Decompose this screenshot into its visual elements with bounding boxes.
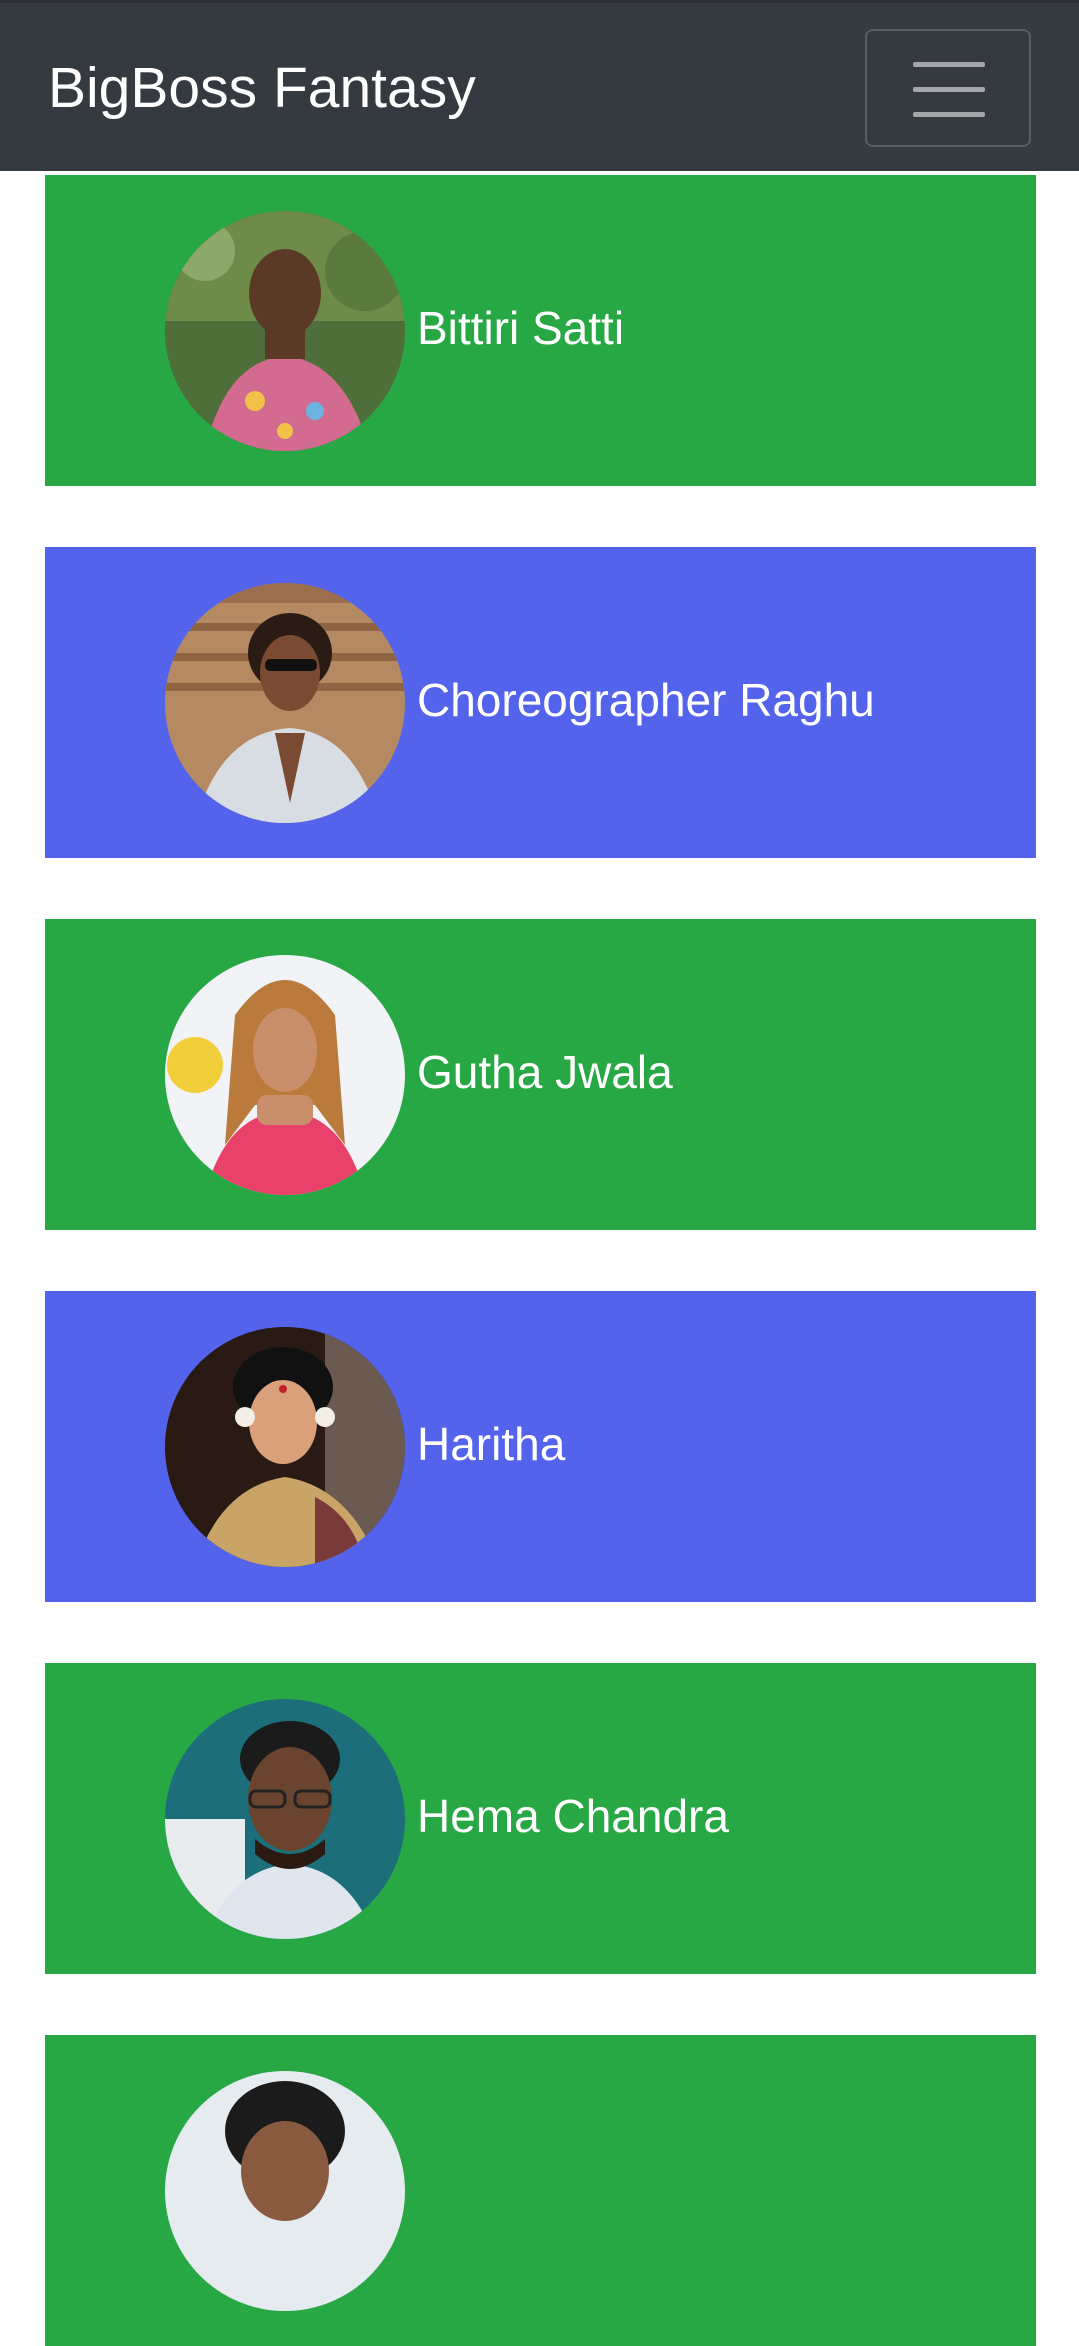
- contestant-card-2[interactable]: Choreographer Raghu: [45, 547, 1036, 858]
- contestant-photo: [165, 2071, 405, 2311]
- contestant-name: Choreographer Raghu: [417, 674, 875, 726]
- contestant-card-1[interactable]: Bittiri Satti: [45, 175, 1036, 486]
- contestant-photo: [165, 1327, 405, 1567]
- contestant-card-4[interactable]: Haritha: [45, 1291, 1036, 1602]
- contestant-photo: [165, 955, 405, 1195]
- app-brand[interactable]: BigBoss Fantasy: [48, 55, 476, 121]
- contestant-card-5[interactable]: Hema Chandra: [45, 1663, 1036, 1974]
- contestant-name: Haritha: [417, 1418, 566, 1470]
- contestant-photo: [165, 211, 405, 451]
- contestant-name: Bittiri Satti: [417, 302, 625, 354]
- contestant-card-3[interactable]: Gutha Jwala: [45, 919, 1036, 1230]
- contestant-name: Hema Chandra: [417, 1790, 729, 1842]
- contestant-name: Gutha Jwala: [417, 1046, 673, 1098]
- contestant-card-6[interactable]: [45, 2035, 1036, 2346]
- navbar-toggle-button[interactable]: [865, 29, 1031, 147]
- top-navbar: BigBoss Fantasy: [0, 0, 1079, 171]
- contestant-photo: [165, 583, 405, 823]
- contestant-photo: [165, 1699, 405, 1939]
